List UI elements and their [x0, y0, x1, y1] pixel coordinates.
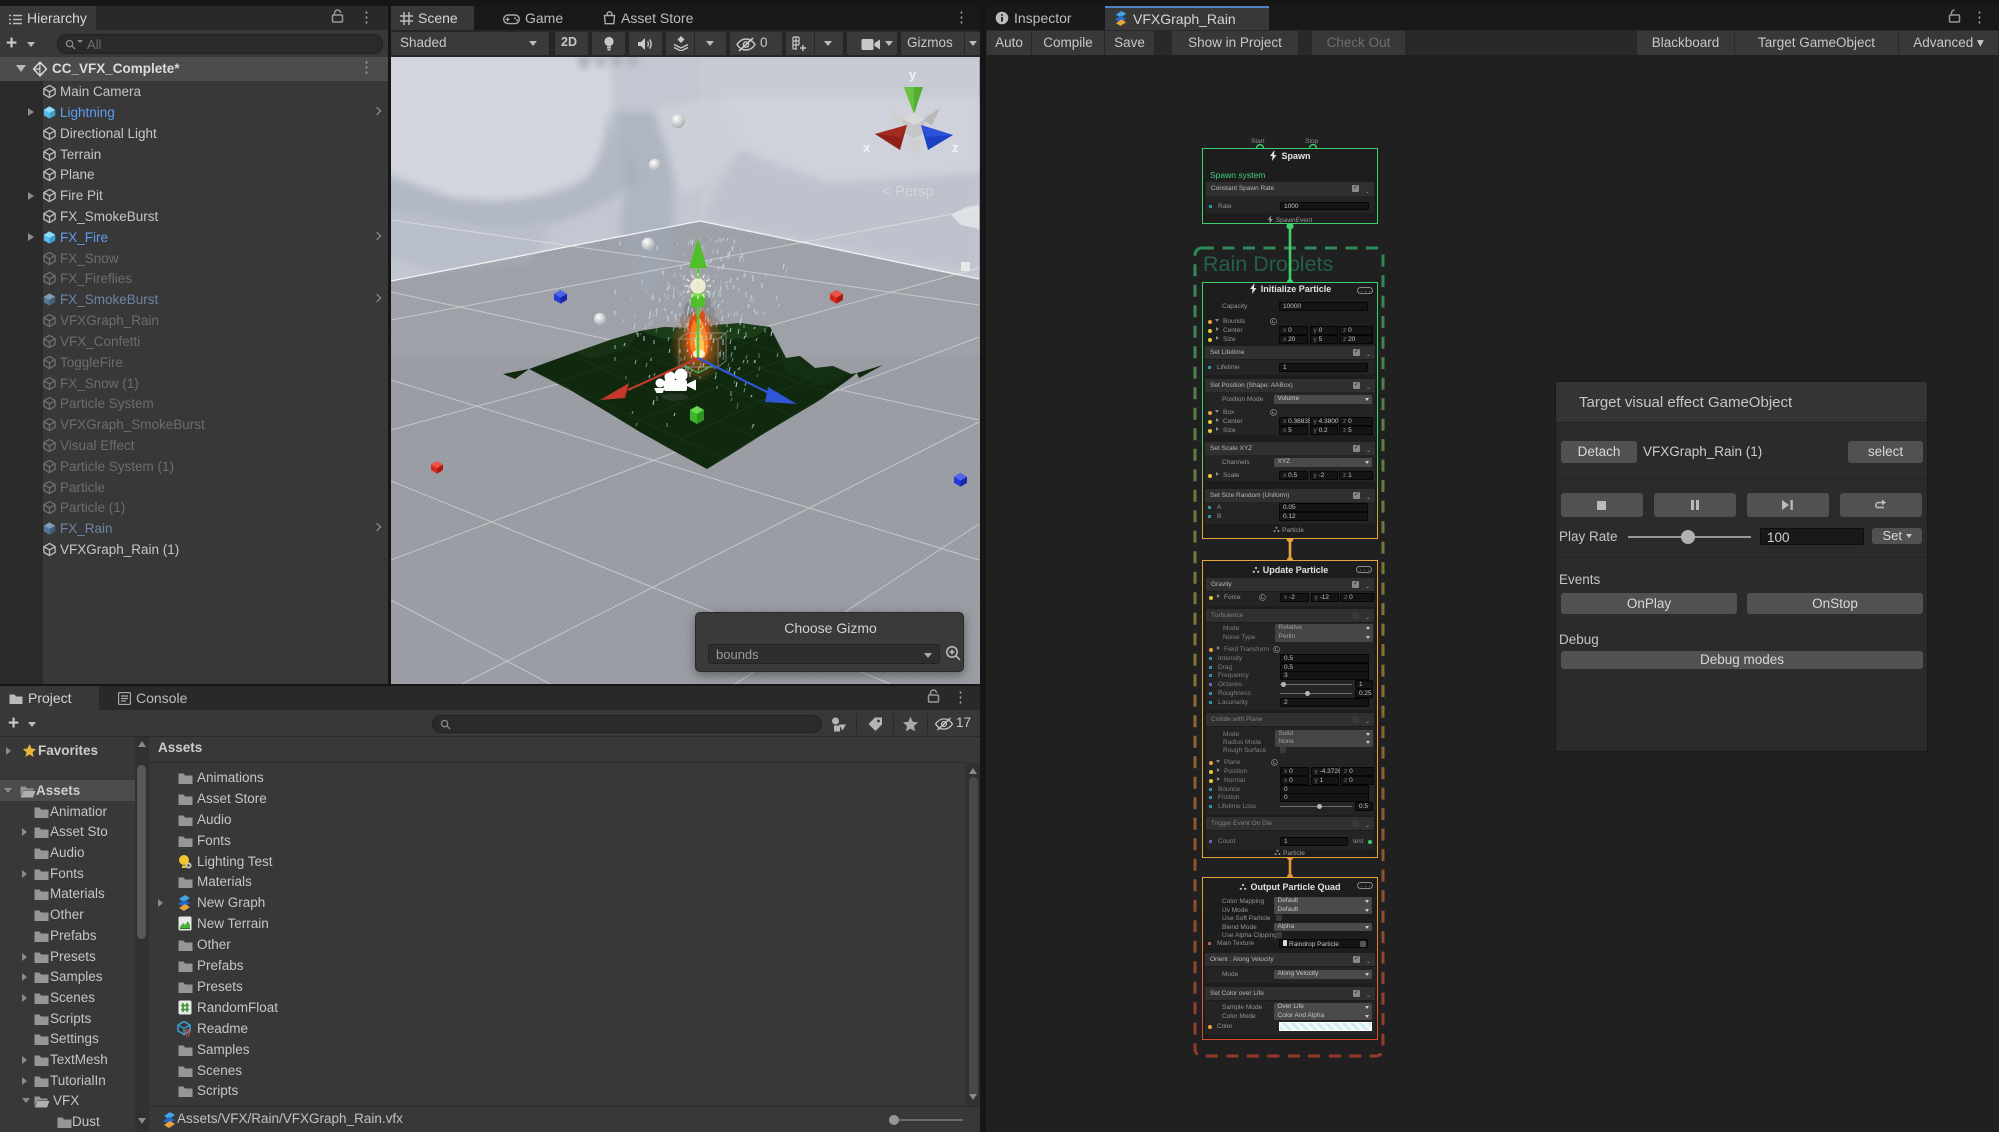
svg-text:x: x [863, 140, 871, 155]
svg-text:Rain Droplets: Rain Droplets [1203, 252, 1333, 276]
svg-text:Start: Start [1251, 138, 1265, 145]
svg-text:< Persp: < Persp [882, 183, 934, 200]
svg-text:z: z [952, 140, 959, 155]
svg-text:Stop: Stop [1305, 138, 1319, 145]
svg-text:(): () [185, 1028, 191, 1037]
svg-text:y: y [909, 67, 917, 82]
